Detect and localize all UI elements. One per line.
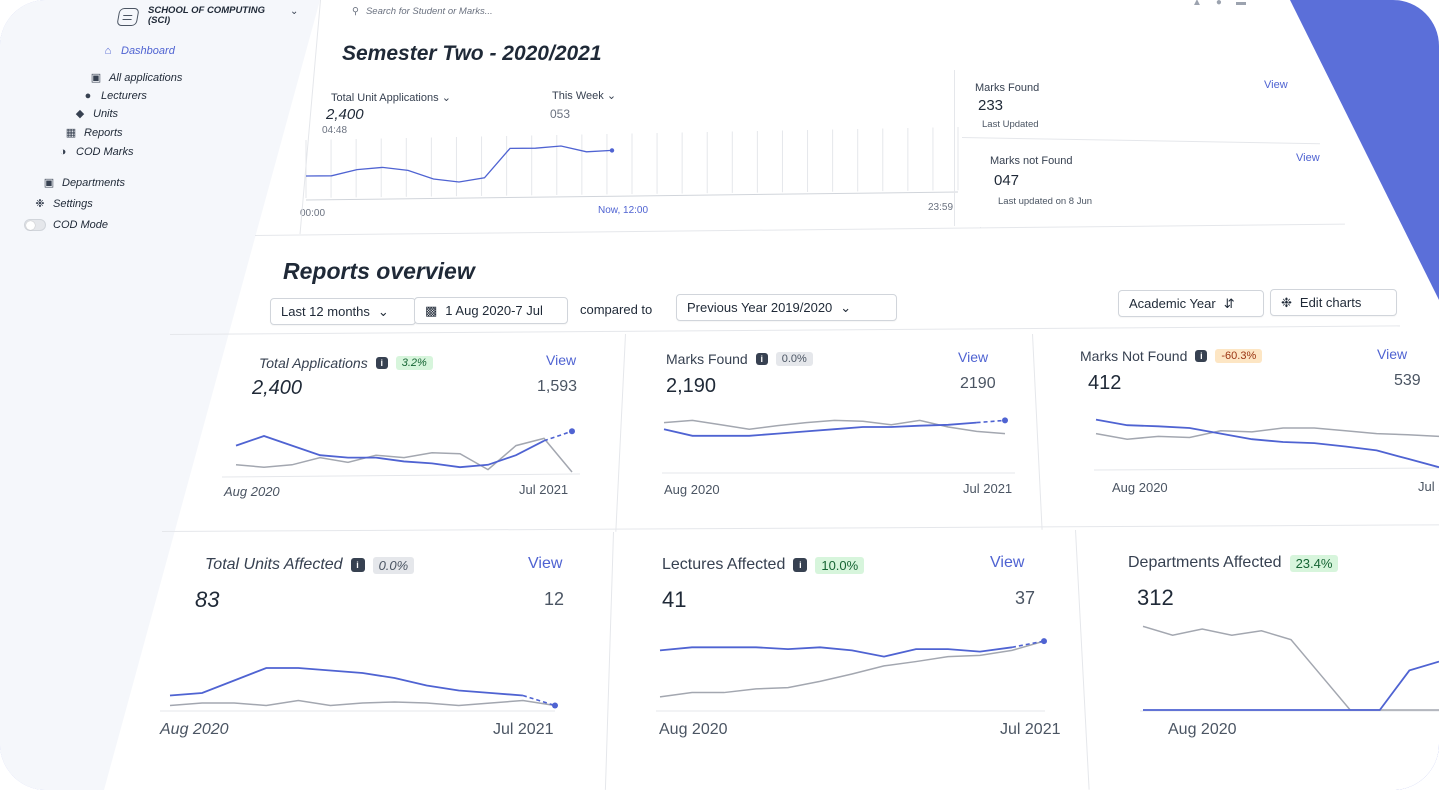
current-series-line (1143, 660, 1439, 711)
current-point (569, 428, 575, 435)
current-point (1041, 638, 1047, 645)
dashboard-canvas: SCHOOL OF COMPUTING (SCI) ⌄ ⌂ Dashboard … (0, 0, 1439, 790)
previous-series-line (659, 640, 1045, 698)
previous-series-line (663, 419, 1006, 435)
app-frame: SCHOOL OF COMPUTING (SCI) ⌄ ⌂ Dashboard … (0, 0, 1439, 790)
current-series-line (1095, 418, 1439, 469)
previous-series-line (169, 699, 556, 707)
current-point (552, 702, 558, 709)
current-series-line (659, 646, 1013, 658)
previous-series-line (1095, 427, 1439, 440)
current-series-line (235, 435, 545, 469)
x-axis (1093, 467, 1439, 471)
current-series-line (663, 421, 977, 437)
previous-series-line (1142, 625, 1439, 711)
report-charts (160, 417, 1439, 712)
forecast-line (543, 430, 573, 442)
x-axis (221, 473, 581, 478)
current-series-line (169, 667, 523, 697)
forecast-line (976, 419, 1006, 424)
current-point (1002, 417, 1008, 424)
